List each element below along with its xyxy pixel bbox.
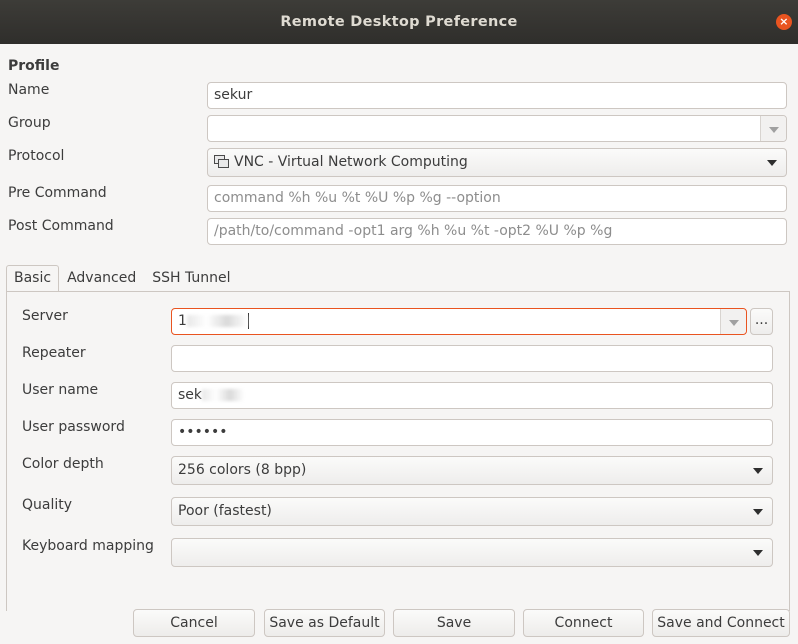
save-button[interactable]: Save — [393, 609, 515, 637]
server-dropdown-button[interactable] — [720, 309, 746, 334]
text-cursor — [247, 313, 249, 329]
user-name-value: sek — [178, 387, 203, 403]
user-name-label: User name — [22, 382, 99, 398]
vnc-icon — [214, 155, 229, 168]
group-value — [208, 120, 214, 136]
user-password-label: User password — [22, 419, 125, 435]
user-password-field[interactable]: •••••• — [171, 419, 773, 446]
pre-command-field[interactable]: command %h %u %t %U %p %g --option — [207, 185, 787, 212]
name-field[interactable]: sekur — [207, 82, 787, 109]
name-label: Name — [8, 82, 50, 98]
color-depth-value: 256 colors (8 bpp) — [178, 462, 307, 478]
group-combo[interactable] — [207, 115, 787, 142]
cancel-button[interactable]: Cancel — [133, 609, 255, 637]
tab-bar: Basic Advanced SSH Tunnel — [6, 265, 239, 292]
pre-command-label: Pre Command — [8, 185, 107, 201]
server-value: 1 — [178, 313, 187, 329]
repeater-field[interactable] — [171, 345, 773, 372]
server-field[interactable]: 1 — [172, 313, 249, 329]
keyboard-mapping-select[interactable] — [171, 538, 773, 567]
server-browse-button[interactable]: ... — [750, 308, 773, 335]
color-depth-select[interactable]: 256 colors (8 bpp) — [171, 456, 773, 485]
protocol-value: VNC - Virtual Network Computing — [234, 154, 468, 170]
chevron-down-icon — [729, 320, 739, 326]
redacted-text — [202, 389, 245, 401]
redacted-text — [186, 315, 247, 327]
keyboard-mapping-label: Keyboard mapping — [22, 538, 154, 554]
repeater-label: Repeater — [22, 345, 86, 361]
post-command-field[interactable]: /path/to/command -opt1 arg %h %u %t -opt… — [207, 218, 787, 245]
chevron-down-icon — [753, 468, 763, 474]
server-label: Server — [22, 308, 68, 324]
chevron-down-icon — [753, 550, 763, 556]
connect-button[interactable]: Connect — [523, 609, 644, 637]
tab-advanced[interactable]: Advanced — [59, 265, 144, 292]
server-combo[interactable]: 1 — [171, 308, 747, 335]
quality-value: Poor (fastest) — [178, 503, 272, 519]
protocol-label: Protocol — [8, 148, 65, 164]
tab-basic[interactable]: Basic — [6, 265, 60, 292]
protocol-select[interactable]: VNC - Virtual Network Computing — [207, 148, 787, 177]
post-command-label: Post Command — [8, 218, 114, 234]
color-depth-label: Color depth — [22, 456, 104, 472]
tab-ssh-tunnel[interactable]: SSH Tunnel — [144, 265, 238, 292]
title-bar: Remote Desktop Preference × — [0, 0, 798, 44]
save-and-connect-button[interactable]: Save and Connect — [652, 609, 790, 637]
quality-select[interactable]: Poor (fastest) — [171, 497, 773, 526]
group-label: Group — [8, 115, 51, 131]
window-title: Remote Desktop Preference — [280, 14, 518, 30]
chevron-down-icon — [753, 509, 763, 515]
user-name-field[interactable]: sek — [171, 382, 773, 409]
profile-section-title: Profile — [8, 58, 60, 74]
quality-label: Quality — [22, 497, 73, 513]
chevron-down-icon — [769, 127, 779, 133]
save-as-default-button[interactable]: Save as Default — [264, 609, 385, 637]
group-dropdown-button[interactable] — [760, 116, 786, 141]
close-icon[interactable]: × — [776, 14, 792, 30]
chevron-down-icon — [767, 160, 777, 166]
